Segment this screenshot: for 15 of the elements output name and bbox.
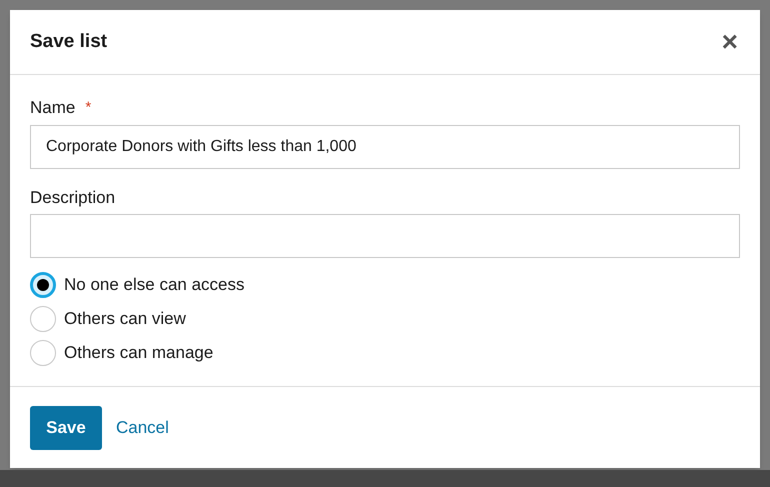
radio-button[interactable] bbox=[30, 306, 56, 332]
radio-label: No one else can access bbox=[64, 274, 244, 296]
radio-label: Others can manage bbox=[64, 342, 214, 364]
close-button[interactable]: × bbox=[722, 28, 738, 56]
text-field[interactable]: Corporate Donors with Gifts less than 1,000 bbox=[30, 124, 740, 168]
dialog-title: Save list bbox=[30, 30, 108, 54]
save-button[interactable]: Save bbox=[30, 406, 102, 450]
field-label: Name bbox=[30, 97, 76, 119]
text-field[interactable] bbox=[30, 214, 740, 258]
radio-button[interactable] bbox=[30, 340, 56, 366]
field-label: Description bbox=[30, 186, 116, 208]
cancel-link[interactable]: Cancel bbox=[116, 414, 169, 440]
radio-label: Others can view bbox=[64, 308, 186, 330]
radio-button[interactable] bbox=[30, 272, 56, 298]
required-mark: * bbox=[85, 98, 92, 118]
